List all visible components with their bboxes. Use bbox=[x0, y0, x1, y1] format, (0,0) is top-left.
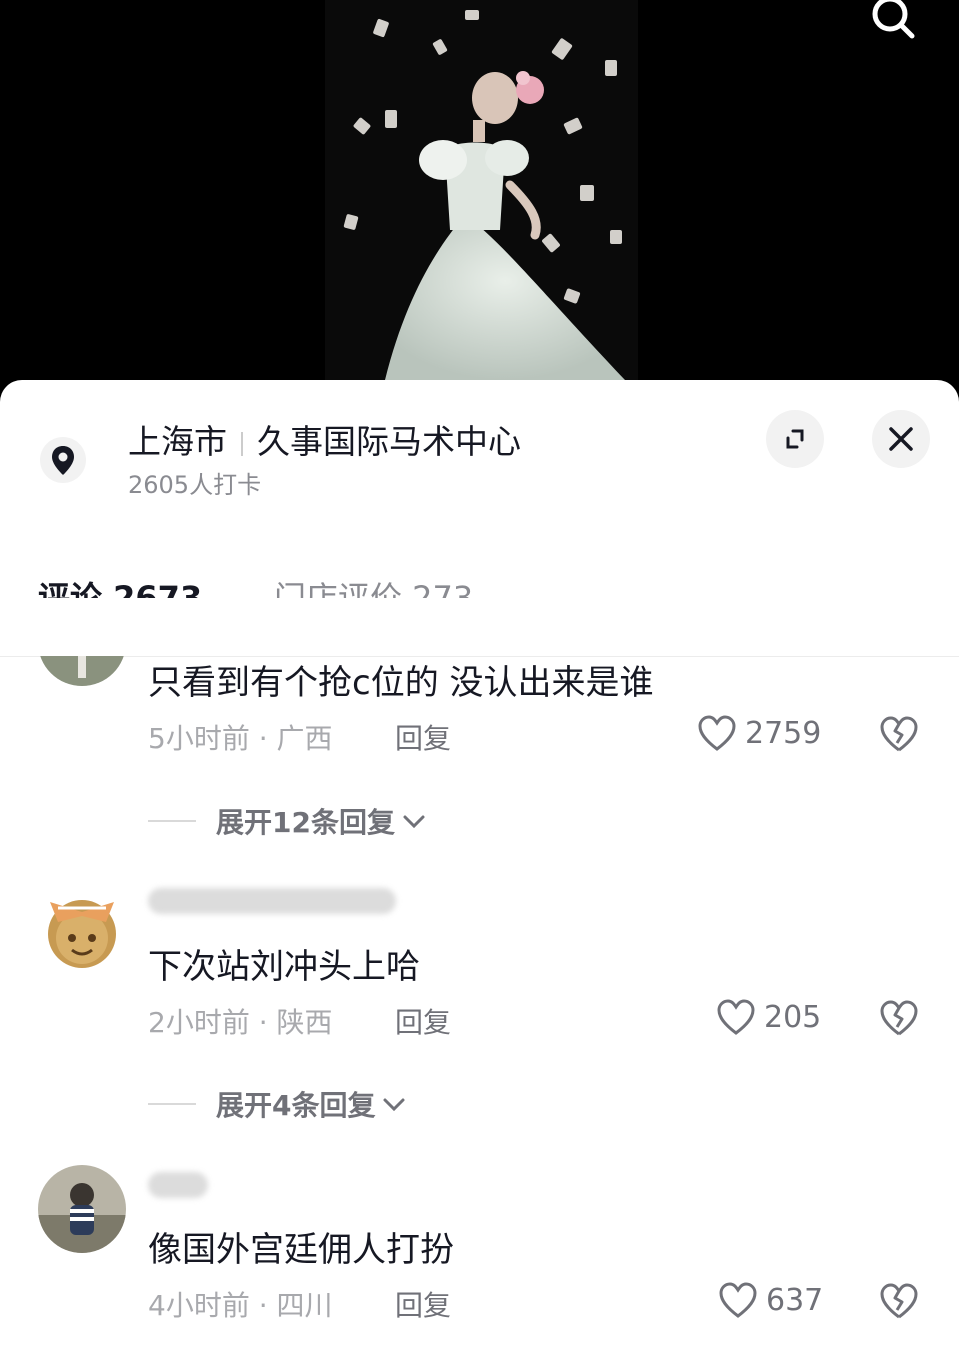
dislike-button[interactable] bbox=[878, 1281, 920, 1321]
comment-text: 只看到有个抢c位的 没认出来是谁 bbox=[148, 663, 654, 703]
comment-meta: 2小时前 · 陕西 bbox=[148, 1006, 333, 1039]
expand-icon bbox=[786, 429, 804, 449]
expand-button[interactable] bbox=[766, 410, 824, 468]
comment-sheet bbox=[0, 380, 959, 1358]
search-icon bbox=[872, 0, 915, 39]
chevron-down-icon bbox=[403, 815, 425, 829]
reply-button[interactable]: 回复 bbox=[395, 1001, 451, 1041]
comment-meta: 5小时前 · 广西 bbox=[148, 722, 333, 755]
scroll-mask bbox=[0, 598, 959, 656]
comment-avatar[interactable] bbox=[38, 1165, 126, 1253]
location-pin-icon bbox=[52, 446, 74, 475]
heart-icon bbox=[698, 715, 736, 751]
broken-heart-icon bbox=[880, 716, 918, 752]
reply-button[interactable]: 回复 bbox=[395, 717, 451, 757]
like-count: 637 bbox=[766, 1282, 824, 1318]
location-title[interactable]: 上海市 久事国际马术中心 bbox=[128, 415, 521, 463]
search-button[interactable] bbox=[860, 0, 920, 44]
video-frame bbox=[325, 0, 638, 400]
comment-avatar[interactable] bbox=[38, 882, 126, 970]
like-count: 205 bbox=[764, 999, 822, 1035]
dislike-button[interactable] bbox=[878, 998, 920, 1038]
comment-meta: 4小时前 · 四川 bbox=[148, 1289, 333, 1322]
avatar-image bbox=[38, 882, 126, 970]
expand-replies-label: 展开4条回复 bbox=[216, 1089, 376, 1122]
heart-icon bbox=[719, 1282, 757, 1318]
expand-line bbox=[148, 820, 196, 822]
like-button[interactable]: 2759 bbox=[697, 714, 821, 752]
expand-replies[interactable]: 展开4条回复 bbox=[148, 1084, 407, 1124]
location-separator bbox=[241, 431, 243, 456]
reply-button[interactable]: 回复 bbox=[395, 1284, 451, 1324]
close-icon bbox=[889, 427, 913, 451]
comment-text: 下次站刘冲头上哈 bbox=[148, 947, 420, 987]
heart-icon bbox=[717, 999, 755, 1035]
expand-replies[interactable]: 展开12条回复 bbox=[148, 801, 427, 841]
avatar-image bbox=[38, 1165, 126, 1253]
location-pin-button[interactable] bbox=[40, 437, 86, 483]
broken-heart-icon bbox=[880, 1283, 918, 1319]
dislike-button[interactable] bbox=[878, 714, 920, 754]
expand-line bbox=[148, 1103, 196, 1105]
username-blurred bbox=[148, 1172, 208, 1198]
checkin-count: 2605人打卡 bbox=[128, 471, 262, 499]
broken-heart-icon bbox=[880, 1000, 918, 1036]
close-button[interactable] bbox=[872, 410, 930, 468]
expand-replies-label: 展开12条回复 bbox=[216, 806, 395, 839]
like-count: 2759 bbox=[745, 715, 822, 751]
like-button[interactable]: 205 bbox=[716, 998, 821, 1036]
location-city: 上海市 bbox=[128, 422, 227, 461]
username-blurred bbox=[148, 888, 396, 914]
comment-text: 像国外宫廷佣人打扮 bbox=[148, 1230, 454, 1270]
video-player[interactable] bbox=[0, 0, 959, 400]
chevron-down-icon bbox=[383, 1098, 405, 1112]
like-button[interactable]: 637 bbox=[718, 1281, 823, 1319]
location-venue: 久事国际马术中心 bbox=[257, 422, 521, 461]
